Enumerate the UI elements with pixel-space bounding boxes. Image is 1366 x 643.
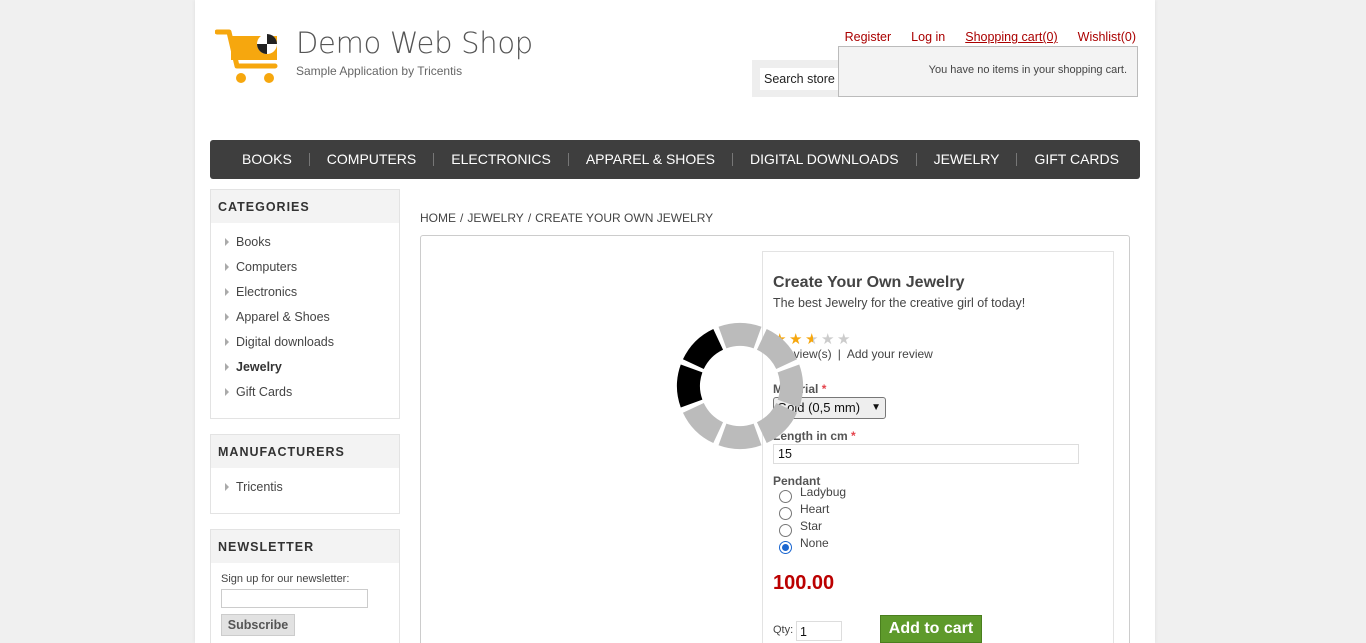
category-item-apparel-shoes[interactable]: Apparel & Shoes: [225, 304, 399, 329]
spinner-segment: [718, 423, 762, 450]
top-menu-item-computers[interactable]: COMPUTERS: [310, 152, 435, 166]
register-link[interactable]: Register: [845, 30, 892, 44]
newsletter-label: Sign up for our newsletter:: [221, 573, 350, 585]
shopping-cart-count: (0): [1042, 30, 1058, 44]
category-label: Electronics: [236, 284, 298, 299]
product-price: 100.00: [773, 572, 835, 594]
header-logo[interactable]: Demo Web Shop Sample Application by Tric…: [215, 24, 533, 88]
wishlist-count: (0): [1120, 30, 1136, 44]
manufacturer-item-tricentis[interactable]: Tricentis: [225, 474, 399, 499]
category-label: Jewelry: [236, 359, 282, 374]
pendant-option-none[interactable]: None: [779, 536, 829, 554]
search-box: Search store: [752, 60, 842, 97]
length-input[interactable]: 15: [773, 444, 1079, 464]
top-menu-item-apparel-shoes[interactable]: APPAREL & SHOES: [569, 152, 733, 166]
categories-list: Books Computers Electronics Apparel & Sh…: [211, 223, 399, 404]
pendant-option-label: Heart: [800, 502, 830, 516]
category-item-books[interactable]: Books: [225, 229, 399, 254]
breadcrumb-current: CREATE YOUR OWN JEWELRY: [535, 211, 714, 225]
product-short-description: The best Jewelry for the creative girl o…: [773, 296, 1026, 310]
required-mark: *: [851, 429, 856, 443]
star-icon: ★: [821, 331, 835, 348]
category-item-digital-downloads[interactable]: Digital downloads: [225, 329, 399, 354]
spinner-segment: [718, 322, 762, 349]
category-label: Digital downloads: [236, 334, 334, 349]
shopping-cart-link[interactable]: Shopping cart(0): [965, 30, 1057, 44]
breadcrumb-home[interactable]: HOME: [420, 211, 456, 225]
pendant-option-ladybug[interactable]: Ladybug: [779, 485, 846, 503]
loading-spinner-icon: [676, 322, 804, 450]
pendant-option-heart[interactable]: Heart: [779, 502, 829, 520]
top-menu-item-electronics[interactable]: ELECTRONICS: [434, 152, 569, 166]
pendant-option-label: None: [800, 536, 829, 550]
shopping-cart-label: Shopping cart: [965, 30, 1043, 44]
manufacturers-title: MANUFACTURERS: [211, 435, 399, 468]
wishlist-link[interactable]: Wishlist(0): [1078, 30, 1136, 44]
top-menu-item-gift-cards[interactable]: GIFT CARDS: [1017, 152, 1136, 166]
arrow-right-icon: [225, 312, 229, 321]
qty-label: Qty:: [773, 624, 794, 636]
spinner-segment: [777, 364, 804, 408]
spinner-segment: [682, 402, 724, 444]
logo-title: Demo Web Shop: [296, 26, 533, 60]
review-separator: |: [837, 347, 841, 361]
product-name: Create Your Own Jewelry: [773, 274, 965, 291]
search-input[interactable]: Search store: [760, 68, 840, 90]
newsletter-title: NEWSLETTER: [211, 530, 399, 563]
chevron-down-icon: ▼: [871, 402, 881, 413]
breadcrumb-separator: /: [460, 211, 464, 225]
add-review-link[interactable]: Add your review: [847, 347, 933, 361]
arrow-right-icon: [225, 287, 229, 296]
top-menu-item-books[interactable]: BOOKS: [225, 152, 310, 166]
categories-block: CATEGORIES Books Computers Electronics A…: [210, 189, 400, 419]
shopping-cart-logo-icon: [215, 29, 278, 83]
arrow-right-icon: [225, 482, 229, 491]
category-item-electronics[interactable]: Electronics: [225, 279, 399, 304]
breadcrumb: HOME / JEWELRY / CREATE YOUR OWN JEWELRY: [420, 211, 713, 225]
category-label: Computers: [236, 259, 298, 274]
spinner-segment: [756, 328, 798, 370]
flyout-cart: You have no items in your shopping cart.: [838, 46, 1138, 97]
arrow-right-icon: [225, 387, 229, 396]
spinner-segment: [756, 402, 798, 444]
breadcrumb-separator: /: [527, 211, 532, 225]
wishlist-label: Wishlist: [1077, 30, 1121, 44]
top-menu: BOOKS COMPUTERS ELECTRONICS APPAREL & SH…: [210, 140, 1140, 179]
product-overview: Create Your Own Jewelry The best Jewelry…: [762, 251, 1114, 643]
pendant-option-label: Ladybug: [800, 485, 847, 499]
arrow-right-icon: [225, 362, 229, 371]
category-label: Books: [236, 234, 271, 249]
newsletter-email-input[interactable]: [221, 589, 368, 608]
subscribe-button[interactable]: Subscribe: [221, 614, 295, 636]
add-to-cart-button[interactable]: Add to cart: [880, 615, 982, 643]
manufacturers-list: Tricentis: [211, 468, 399, 499]
category-label: Gift Cards: [236, 384, 293, 399]
logo-subtitle: Sample Application by Tricentis: [296, 64, 463, 78]
radio-button-checked[interactable]: [779, 541, 792, 554]
pendant-option-label: Star: [800, 519, 823, 533]
top-menu-item-digital-downloads[interactable]: DIGITAL DOWNLOADS: [733, 152, 917, 166]
header-links: Register Log in Shopping cart(0) Wishlis…: [825, 30, 1136, 44]
arrow-right-icon: [225, 237, 229, 246]
category-item-computers[interactable]: Computers: [225, 254, 399, 279]
categories-title: CATEGORIES: [211, 190, 399, 223]
category-item-gift-cards[interactable]: Gift Cards: [225, 379, 399, 404]
top-menu-item-jewelry[interactable]: JEWELRY: [917, 152, 1018, 166]
qty-input[interactable]: 1: [796, 621, 842, 641]
manufacturer-label: Tricentis: [236, 479, 283, 494]
arrow-right-icon: [225, 262, 229, 271]
manufacturers-block: MANUFACTURERS Tricentis: [210, 434, 400, 514]
breadcrumb-jewelry[interactable]: JEWELRY: [467, 211, 523, 225]
login-link[interactable]: Log in: [911, 30, 945, 44]
required-mark: *: [821, 382, 827, 396]
spinner-segment: [682, 328, 724, 370]
star-half-icon: ★: [805, 332, 821, 347]
star-icon: ★: [837, 331, 851, 348]
newsletter-block: NEWSLETTER Sign up for our newsletter: S…: [210, 529, 400, 643]
category-item-jewelry[interactable]: Jewelry: [225, 354, 399, 379]
pendant-option-star[interactable]: Star: [779, 519, 822, 537]
category-label: Apparel & Shoes: [236, 309, 330, 324]
arrow-right-icon: [225, 337, 229, 346]
spinner-segment: [676, 364, 703, 408]
